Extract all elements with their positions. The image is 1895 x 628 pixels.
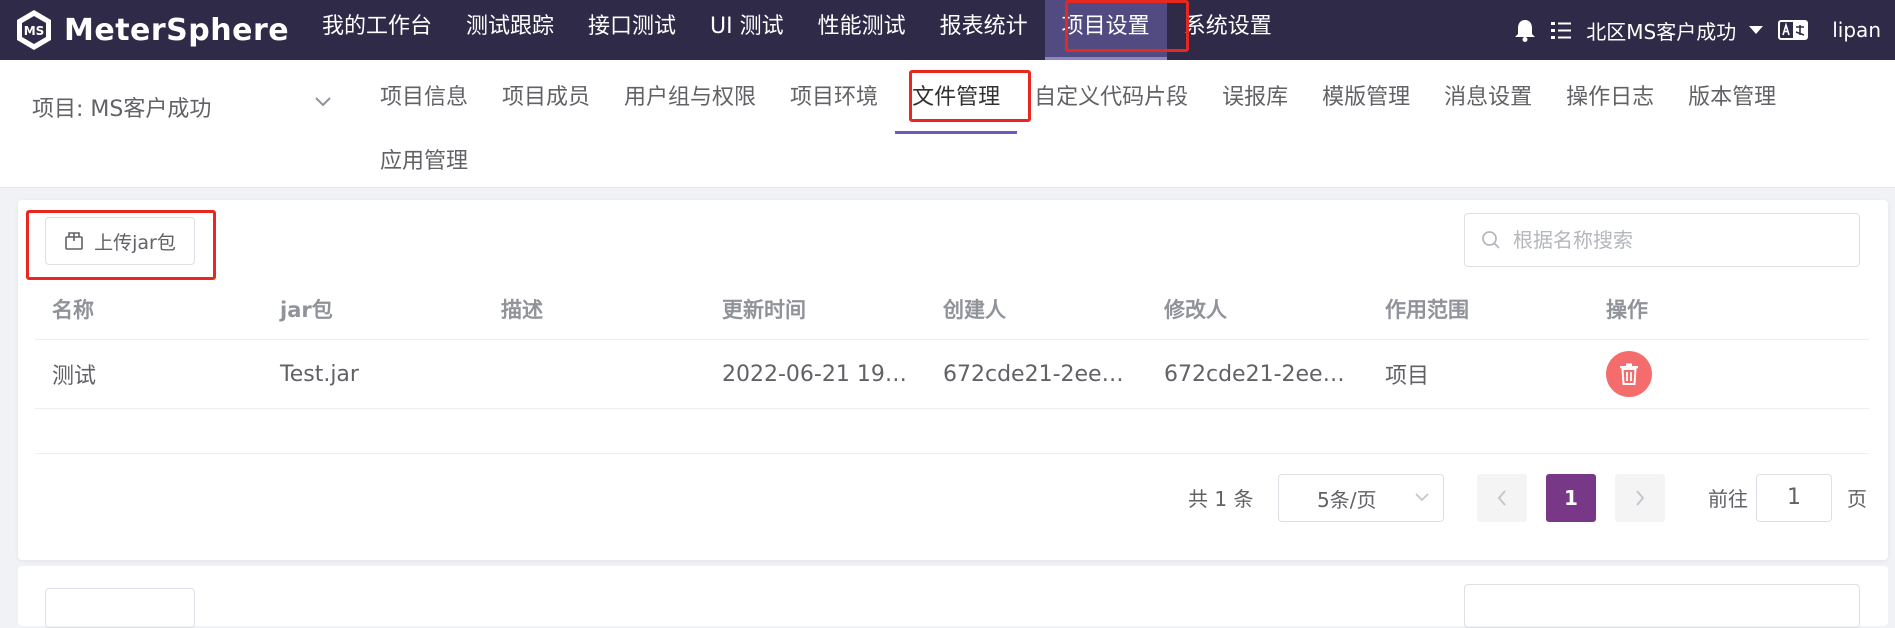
search-input[interactable]	[1511, 227, 1835, 253]
menu-system-settings[interactable]: 系统设置	[1167, 0, 1289, 60]
package-icon	[65, 232, 83, 250]
next-page-button[interactable]	[1615, 474, 1665, 522]
page-suffix-label: 页	[1847, 487, 1867, 511]
cell-scope: 项目	[1385, 364, 1430, 389]
tab-app-management[interactable]: 应用管理	[363, 134, 485, 198]
column-name[interactable]: 名称	[35, 294, 263, 324]
chevron-down-icon	[315, 97, 331, 107]
page-number-current[interactable]: 1	[1546, 474, 1596, 522]
tab-false-positive-library[interactable]: 误报库	[1205, 70, 1305, 134]
column-creator[interactable]: 创建人	[926, 294, 1147, 324]
table-header: 名称 jar包 描述 更新时间 创建人 修改人 作用范围 操作	[35, 279, 1869, 340]
user-menu[interactable]: lipan	[1832, 18, 1881, 42]
pagination: 共 1 条 5条/页 1 前往 1 页	[18, 474, 1888, 524]
secondary-panel-button[interactable]	[45, 588, 195, 628]
tab-custom-code-snippets[interactable]: 自定义代码片段	[1017, 70, 1205, 134]
jar-table: 名称 jar包 描述 更新时间 创建人 修改人 作用范围 操作 测试 Test.…	[35, 279, 1869, 454]
column-jar[interactable]: jar包	[263, 294, 484, 324]
cell-update-time: 2022-06-21 19:…	[722, 361, 915, 387]
column-description[interactable]: 描述	[484, 294, 705, 324]
jar-management-panel: 上传jar包 名称 jar包 描述 更新时间 创建人 修改人 作用范围 操作 测…	[18, 200, 1888, 560]
tab-operation-log[interactable]: 操作日志	[1549, 70, 1671, 134]
trash-icon	[1620, 363, 1638, 385]
menu-my-workbench[interactable]: 我的工作台	[305, 0, 449, 60]
task-list-icon[interactable]	[1550, 19, 1572, 41]
menu-performance-test[interactable]: 性能测试	[801, 0, 923, 60]
menu-test-track[interactable]: 测试跟踪	[449, 0, 571, 60]
main-menu: 我的工作台 测试跟踪 接口测试 UI 测试 性能测试 报表统计 项目设置 系统设…	[305, 0, 1289, 60]
search-box	[1464, 213, 1860, 267]
project-subnav-bar: 项目: MS客户成功 项目信息 项目成员 用户组与权限 项目环境 文件管理 自定…	[0, 60, 1895, 188]
column-modifier[interactable]: 修改人	[1147, 294, 1368, 324]
page-size-select[interactable]: 5条/页	[1278, 474, 1444, 522]
top-right-tools: 北区MS客户成功 lipan	[1500, 0, 1881, 60]
pagination-total: 共 1 条	[1188, 487, 1254, 511]
metersphere-logo-icon: MS	[17, 10, 51, 50]
menu-api-test[interactable]: 接口测试	[571, 0, 693, 60]
chevron-down-icon	[1415, 493, 1429, 502]
chevron-right-icon	[1636, 490, 1645, 506]
goto-page-input[interactable]: 1	[1756, 474, 1832, 522]
cell-creator: 672cde21-2eed…	[943, 361, 1138, 387]
upload-jar-button[interactable]: 上传jar包	[45, 217, 195, 265]
delete-button[interactable]	[1606, 351, 1652, 397]
caret-down-icon	[1749, 26, 1764, 34]
goto-label: 前往	[1708, 487, 1748, 511]
tab-file-management[interactable]: 文件管理	[895, 70, 1018, 134]
cell-modifier: 672cde21-2eed…	[1164, 361, 1359, 387]
project-settings-tabs: 项目信息 项目成员 用户组与权限 项目环境 文件管理 自定义代码片段 误报库 模…	[363, 70, 1883, 198]
svg-text:MS: MS	[24, 24, 45, 38]
project-selector[interactable]: 项目: MS客户成功	[32, 82, 332, 132]
table-row[interactable]: 测试 Test.jar 2022-06-21 19:… 672cde21-2ee…	[35, 340, 1869, 409]
column-scope[interactable]: 作用范围	[1368, 294, 1589, 324]
prev-page-button[interactable]	[1477, 474, 1527, 522]
project-selector-label: 项目: MS客户成功	[32, 97, 212, 122]
secondary-panel	[18, 566, 1888, 628]
tab-project-environment[interactable]: 项目环境	[773, 70, 895, 134]
menu-project-settings[interactable]: 项目设置	[1044, 0, 1167, 60]
workspace-name: 北区MS客户成功	[1586, 19, 1737, 44]
secondary-panel-search[interactable]	[1464, 584, 1860, 628]
top-navbar: MS MeterSphere 我的工作台 测试跟踪 接口测试 UI 测试 性能测…	[0, 0, 1895, 60]
upload-jar-label: 上传jar包	[94, 231, 176, 254]
menu-ui-test[interactable]: UI 测试	[693, 0, 801, 60]
chevron-left-icon	[1497, 490, 1506, 506]
column-update-time[interactable]: 更新时间	[705, 294, 926, 324]
cell-jar: Test.jar	[280, 361, 359, 387]
language-icon[interactable]	[1778, 20, 1809, 40]
cell-operations	[1589, 351, 1869, 397]
menu-reports[interactable]: 报表统计	[923, 0, 1045, 60]
cell-name: 测试	[52, 364, 97, 389]
tab-project-info[interactable]: 项目信息	[363, 70, 485, 134]
bell-icon[interactable]	[1514, 18, 1536, 42]
search-icon	[1482, 231, 1500, 249]
tab-version-management[interactable]: 版本管理	[1671, 70, 1793, 134]
tab-message-settings[interactable]: 消息设置	[1427, 70, 1549, 134]
workspace-selector[interactable]: 北区MS客户成功	[1586, 16, 1764, 45]
tab-user-groups[interactable]: 用户组与权限	[607, 70, 773, 134]
page-size-value: 5条/页	[1317, 487, 1377, 512]
brand-name: MeterSphere	[64, 12, 290, 48]
column-operations: 操作	[1606, 298, 1648, 322]
app-logo[interactable]: MS MeterSphere	[14, 4, 289, 56]
tab-project-members[interactable]: 项目成员	[485, 70, 607, 134]
table-footer-divider	[35, 409, 1869, 454]
tab-template-management[interactable]: 模版管理	[1305, 70, 1427, 134]
